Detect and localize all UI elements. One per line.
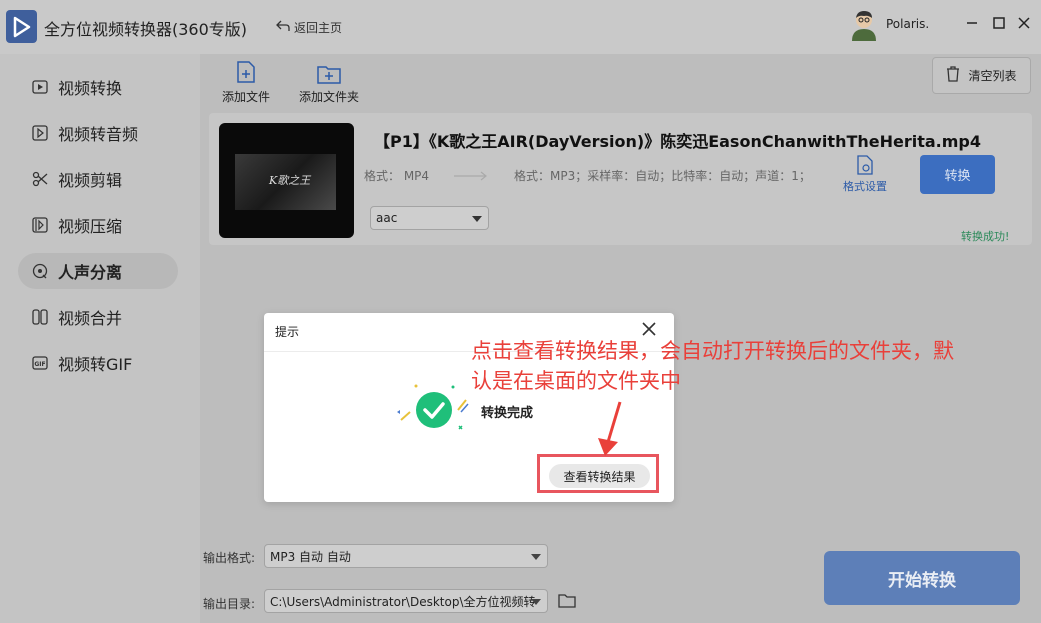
sidebar-item-label: 视频转换: [58, 79, 123, 98]
output-format-value: MP3 自动 自动: [270, 549, 351, 564]
sidebar-item-video-compress[interactable]: 视频压缩: [18, 207, 178, 243]
dialog-close-icon[interactable]: [641, 321, 657, 337]
source-format: 格式： MP4: [364, 169, 430, 183]
clear-list-button[interactable]: 清空列表: [932, 57, 1031, 94]
add-folder-label: 添加文件夹: [298, 90, 359, 104]
output-dir-value: C:\Users\Administrator\Desktop\全方位视频转: [270, 594, 536, 609]
video-thumbnail[interactable]: K歌之王: [219, 123, 354, 238]
maximize-icon[interactable]: [990, 14, 1008, 32]
back-home-link[interactable]: 返回主页: [276, 19, 342, 36]
output-dir-label: 输出目录:: [203, 597, 256, 611]
thumbnail-text: K歌之王: [269, 174, 311, 187]
compress-icon: [32, 217, 48, 233]
back-home-label: 返回主页: [294, 21, 343, 35]
folder-icon[interactable]: [558, 593, 576, 612]
add-file-icon: [236, 54, 256, 84]
output-format-label: 输出格式:: [203, 551, 256, 565]
scissors-icon: [32, 171, 48, 187]
chevron-down-icon: [472, 216, 482, 222]
sidebar-item-video-merge[interactable]: 视频合并: [18, 299, 178, 335]
sidebar-item-label: 视频合并: [58, 309, 123, 328]
annotation-text: 点击查看转换结果，会自动打开转换后的文件夹，默认是在桌面的文件夹中: [471, 339, 954, 393]
sidebar-item-label: 人声分离: [58, 263, 123, 282]
chevron-down-icon: [531, 554, 541, 560]
format-settings-label: 格式设置: [843, 180, 887, 193]
add-file-button[interactable]: 添加文件: [211, 54, 281, 105]
thumbnail-image: K歌之王: [235, 154, 336, 210]
start-convert-button[interactable]: 开始转换: [824, 551, 1020, 605]
settings-doc-icon: [856, 155, 874, 178]
sidebar-item-label: 视频转音频: [58, 125, 139, 144]
annotation-arrow-icon: [598, 401, 622, 456]
file-card: K歌之王 【P1】《K歌之王AIR(DayVersion)》陈奕迅EasonCh…: [209, 113, 1032, 245]
sidebar-item-video-edit[interactable]: 视频剪辑: [18, 161, 178, 197]
gif-icon: GIF: [32, 355, 48, 371]
chevron-down-icon: [531, 599, 541, 605]
svg-text:GIF: GIF: [34, 361, 45, 368]
trash-icon: [946, 66, 960, 85]
dialog-title: 提示: [275, 325, 300, 339]
video-to-audio-icon: [32, 125, 48, 141]
output-format-select[interactable]: MP3 自动 自动: [264, 544, 548, 568]
target-format: 格式：MP3；采样率：自动；比特率：自动；声道：1；: [514, 169, 811, 183]
convert-button[interactable]: 转换: [920, 155, 995, 194]
app-logo-icon: [6, 10, 37, 43]
vocal-separation-icon: [32, 263, 48, 279]
clear-list-label: 清空列表: [968, 69, 1017, 83]
codec-select[interactable]: aac: [370, 206, 489, 230]
sidebar-item-video-to-audio[interactable]: 视频转音频: [18, 115, 178, 151]
success-check-icon: [396, 382, 472, 434]
avatar[interactable]: [849, 9, 879, 41]
video-convert-icon: [32, 79, 48, 95]
codec-value: aac: [376, 211, 398, 225]
sidebar-item-label: 视频转GIF: [58, 355, 133, 374]
add-file-label: 添加文件: [221, 90, 270, 104]
format-settings-button[interactable]: 格式设置: [840, 155, 890, 194]
title-bar: 全方位视频转换器(360专版) 返回主页 Polaris.: [0, 0, 1041, 54]
sidebar-item-label: 视频剪辑: [58, 171, 123, 190]
app-title: 全方位视频转换器(360专版): [44, 20, 248, 39]
back-arrow-icon: [276, 20, 290, 35]
sidebar: 视频转换 视频转音频 视频剪辑 视频压缩 人声分离 视频合并 GIF 视频转GI…: [0, 54, 200, 623]
sidebar-item-vocal-separation[interactable]: 人声分离: [18, 253, 178, 289]
merge-icon: [32, 309, 48, 325]
add-folder-button[interactable]: 添加文件夹: [294, 54, 364, 105]
sidebar-item-label: 视频压缩: [58, 217, 123, 236]
sidebar-item-video-convert[interactable]: 视频转换: [18, 69, 178, 105]
status-badge: 转换成功!: [961, 230, 1010, 243]
minimize-icon[interactable]: [963, 14, 981, 32]
arrow-right-icon: [454, 171, 487, 181]
user-name[interactable]: Polaris.: [886, 17, 929, 31]
close-icon[interactable]: [1015, 14, 1033, 32]
file-name: 【P1】《K歌之王AIR(DayVersion)》陈奕迅EasonChanwit…: [374, 132, 982, 151]
output-dir-select[interactable]: C:\Users\Administrator\Desktop\全方位视频转: [264, 589, 548, 613]
add-folder-icon: [317, 54, 341, 84]
sidebar-item-video-to-gif[interactable]: GIF 视频转GIF: [18, 345, 178, 381]
dialog-message: 转换完成: [481, 406, 534, 421]
